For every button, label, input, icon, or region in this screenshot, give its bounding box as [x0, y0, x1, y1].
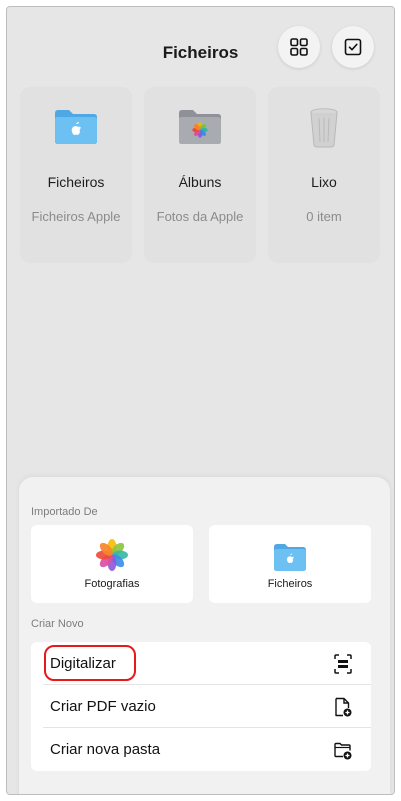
scan-document-icon	[334, 654, 352, 674]
create-actions-list: Digitalizar Criar PDF vazio Criar nova p…	[31, 642, 371, 771]
header: Ficheiros	[7, 7, 394, 85]
location-name: Ficheiros	[47, 174, 105, 190]
import-source-label: Fotografias	[84, 578, 140, 590]
import-source-fotografias[interactable]: Fotografias	[31, 525, 193, 603]
grid-view-icon	[290, 38, 308, 56]
new-folder-icon	[334, 742, 352, 760]
gray-folder-photos-icon	[179, 110, 221, 144]
create-new-label: Criar Novo	[31, 618, 84, 630]
location-name: Lixo	[311, 174, 337, 190]
location-card-ficheiros[interactable]: Ficheiros Ficheiros Apple	[20, 87, 132, 263]
locations-grid: Ficheiros Ficheiros Apple Álbuns Fotos d…	[20, 87, 383, 265]
location-name: Álbuns	[178, 174, 222, 190]
select-button[interactable]	[332, 26, 374, 68]
add-sheet: Importado De Fotografias Ficheiros Criar…	[19, 477, 390, 794]
location-subtitle: Ficheiros Apple	[31, 209, 121, 224]
create-new-folder-action[interactable]: Criar nova pasta	[31, 728, 371, 771]
action-label: Criar nova pasta	[50, 741, 161, 758]
location-card-lixo[interactable]: Lixo 0 item	[268, 87, 380, 263]
import-source-label: Ficheiros	[267, 578, 313, 590]
app-frame: Ficheiros Ficheiros Ficheiros Apple Álbu…	[6, 6, 395, 795]
action-label: Digitalizar	[50, 655, 116, 672]
blue-folder-apple-icon	[55, 110, 97, 144]
imported-from-label: Importado De	[31, 506, 98, 518]
photos-app-icon	[96, 539, 128, 571]
location-subtitle: 0 item	[306, 209, 342, 224]
create-empty-pdf-action[interactable]: Criar PDF vazio	[31, 685, 371, 728]
checkbox-select-icon	[344, 38, 362, 56]
import-source-ficheiros[interactable]: Ficheiros	[209, 525, 371, 603]
trash-icon	[310, 108, 338, 148]
new-pdf-icon	[335, 697, 352, 717]
files-folder-icon	[274, 544, 306, 571]
grid-view-button[interactable]	[278, 26, 320, 68]
scan-documents-action[interactable]: Digitalizar	[31, 642, 371, 685]
location-subtitle: Fotos da Apple	[156, 209, 244, 224]
action-label: Criar PDF vazio	[50, 698, 156, 715]
location-card-albuns[interactable]: Álbuns Fotos da Apple	[144, 87, 256, 263]
